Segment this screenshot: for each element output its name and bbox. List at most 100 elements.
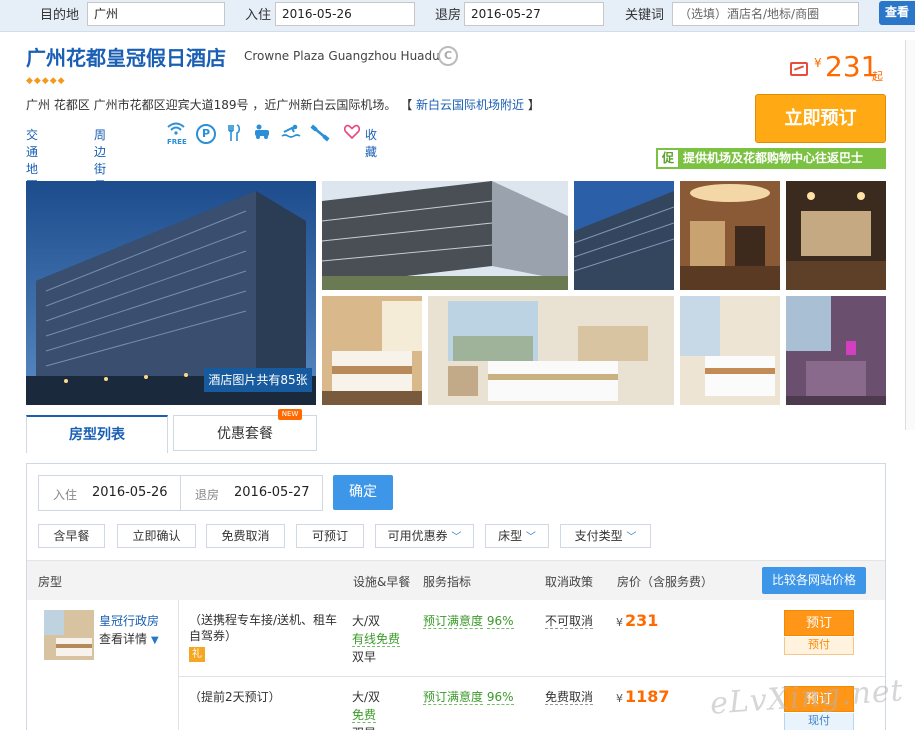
filter-free-cancel[interactable]: 免费取消 — [206, 524, 285, 548]
zone-bracket-open: 【 — [400, 98, 413, 112]
rate2-currency: ¥ — [616, 692, 623, 705]
zone-bracket-close: 】 — [527, 98, 540, 112]
checkin-input[interactable]: 2016-05-26 — [275, 2, 415, 26]
zone-link[interactable]: 新白云国际机场附近 — [416, 98, 524, 112]
rate2-breakfast: 双早 — [352, 725, 376, 730]
checkout-input[interactable]: 2016-05-27 — [464, 2, 604, 26]
rate2-wifi: 免费 — [352, 707, 377, 723]
room-checkout-value: 2016-05-27 — [234, 485, 310, 500]
confirm-dates-button[interactable]: 确定 — [333, 475, 393, 510]
col-service: 服务指标 — [423, 575, 472, 589]
hotel-detail-page: 目的地 广州 入住 2016-05-26 退房 2016-05-27 关键词 （… — [0, 0, 915, 730]
chevron-down-icon: ﹀ — [525, 532, 536, 543]
rate1-currency: ¥ — [616, 616, 623, 629]
chevron-down-icon: ﹀ — [451, 532, 462, 543]
address-text: 广州 花都区 广州市花都区迎宾大道189号 ，近广州新白云国际机场。 — [26, 98, 397, 112]
guest-room-photo-3[interactable] — [680, 296, 780, 405]
hotel-name: 广州花都皇冠假日酒店 — [26, 46, 226, 70]
destination-input[interactable]: 广州 — [87, 2, 225, 26]
checkin-label: 入住 — [245, 8, 272, 23]
filter-bed-dropdown[interactable]: 床型 ﹀ — [485, 524, 549, 548]
rate1-wifi: 有线免费 — [352, 631, 401, 647]
rate2-satisfaction-label: 预订满意度 — [423, 690, 484, 705]
room-detail-label: 查看详情 — [99, 632, 148, 646]
rate2-wifi-label: 免费 — [352, 708, 377, 723]
night-exterior-photo[interactable] — [574, 181, 674, 290]
filter-instant-confirm[interactable]: 立即确认 — [117, 524, 196, 548]
room-checkout-field[interactable]: 退房 2016-05-27 — [180, 475, 323, 511]
rate2-description: （提前2天预订） — [189, 690, 281, 704]
favorite-heart-icon[interactable] — [342, 124, 362, 144]
row-divider-horizontal — [179, 676, 885, 677]
price-currency: ¥ — [814, 56, 822, 70]
guest-room-photo-1[interactable] — [322, 296, 422, 405]
filter-bed-label: 床型 — [498, 529, 523, 543]
search-button[interactable]: 查看 — [879, 1, 915, 25]
rate1-satisfaction[interactable]: 预订满意度 96% — [423, 613, 514, 629]
guest-room-photo-2[interactable] — [428, 296, 674, 405]
promo-tag: 促 — [658, 150, 678, 167]
checkout-label: 退房 — [435, 8, 462, 23]
room-thumbnail[interactable] — [44, 610, 94, 660]
rate2-satisfaction[interactable]: 预订满意度 96% — [423, 689, 514, 705]
restaurant-photo[interactable] — [786, 181, 886, 290]
gift-coupon-icon — [790, 62, 808, 76]
filter-coupon-dropdown[interactable]: 可用优惠券 ﹀ — [375, 524, 474, 548]
wifi-icon — [166, 120, 186, 140]
compare-prices-button[interactable]: 比较各网站价格 — [762, 567, 866, 594]
promo-banner[interactable]: 促 提供机场及花都购物中心往返巴士 — [656, 148, 886, 169]
new-badge: NEW — [278, 409, 302, 420]
rate1-satisfaction-value: 96% — [486, 614, 514, 629]
rate1-bed: 大/双 — [352, 614, 381, 628]
row-divider-vertical — [178, 600, 179, 730]
caret-down-icon: ▼ — [151, 635, 159, 646]
col-price: 房价（含服务费） — [617, 575, 714, 589]
free-wifi-label: FREE — [167, 138, 187, 146]
rate1-breakfast: 双早 — [352, 650, 377, 664]
rate1-book-button[interactable]: 预订 — [784, 610, 854, 636]
swimming-pool-icon — [281, 124, 301, 144]
room-table-header: 房型 设施&早餐 服务指标 取消政策 房价（含服务费） — [27, 560, 885, 600]
rate1-amount: 231 — [625, 611, 659, 630]
lowest-price: ¥ 231 起 — [788, 50, 888, 86]
tab-packages[interactable]: 优惠套餐 — [173, 415, 317, 451]
rate2-cancel-policy[interactable]: 免费取消 — [545, 689, 594, 705]
col-room-type: 房型 — [38, 575, 63, 589]
col-cancel-policy: 取消政策 — [545, 575, 594, 589]
rate1-price: ¥231 — [616, 611, 658, 630]
price-amount: 231 — [825, 50, 879, 83]
rate1-cancel-policy[interactable]: 不可取消 — [545, 613, 594, 629]
restaurant-icon — [224, 124, 244, 144]
rate1-description: （送携程专车接/送机、租车自驾券） — [189, 613, 338, 643]
shuttle-icon — [252, 124, 272, 144]
room-checkin-field[interactable]: 入住 2016-05-26 — [38, 475, 181, 511]
room-checkout-label: 退房 — [195, 488, 220, 502]
room-checkin-label: 入住 — [53, 488, 78, 502]
filter-available[interactable]: 可预订 — [296, 524, 364, 548]
diamond-rating-icon: ◆◆◆◆◆ — [26, 76, 66, 86]
rate2-amount: 1187 — [625, 687, 670, 706]
keyword-input[interactable]: （选填）酒店名/地标/商圈 — [672, 2, 859, 26]
side-panel-edge — [905, 40, 915, 430]
filter-breakfast[interactable]: 含早餐 — [38, 524, 105, 548]
filter-coupon-label: 可用优惠券 — [387, 529, 448, 543]
lobby-photo[interactable] — [680, 181, 780, 290]
gift-icon[interactable]: 礼 — [189, 647, 205, 662]
brand-logo-icon: C — [438, 46, 458, 66]
book-now-button[interactable]: 立即预订 — [755, 94, 886, 143]
favorite-link[interactable]: 收藏 — [365, 126, 377, 160]
destination-label: 目的地 — [40, 8, 80, 23]
hotel-english-name: Crowne Plaza Guangzhou Huadu — [244, 49, 440, 63]
filter-payment-dropdown[interactable]: 支付类型 ﹀ — [560, 524, 651, 548]
rate2-satisfaction-value: 96% — [486, 690, 514, 705]
exterior-photo[interactable] — [322, 181, 568, 290]
chevron-down-icon: ﹀ — [626, 532, 637, 543]
tab-room-list[interactable]: 房型列表 — [26, 415, 168, 453]
rate1-wifi-label: 有线免费 — [352, 632, 401, 647]
room-checkin-value: 2016-05-26 — [92, 485, 168, 500]
room-detail-toggle[interactable]: 查看详情 ▼ — [99, 630, 159, 647]
rate2-price: ¥1187 — [616, 687, 670, 706]
suite-photo[interactable] — [786, 296, 886, 405]
photo-count-badge[interactable]: 酒店图片共有85张 — [204, 368, 312, 392]
room-name-link[interactable]: 皇冠行政房 — [99, 612, 159, 629]
